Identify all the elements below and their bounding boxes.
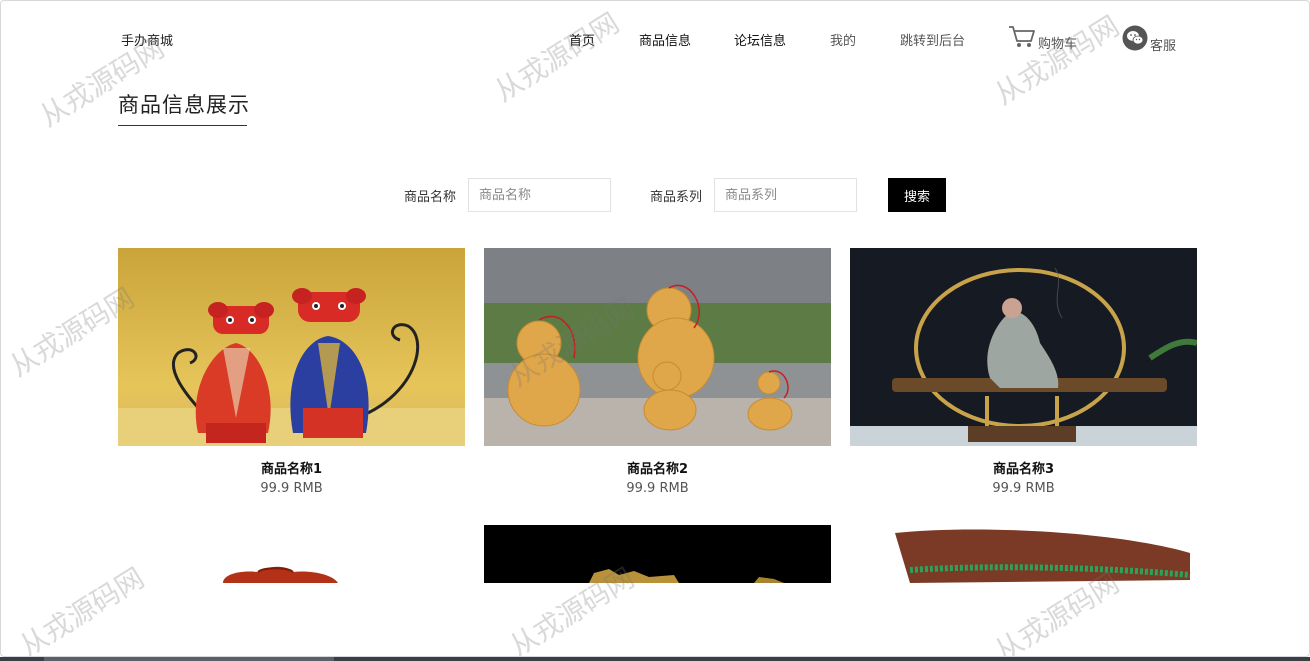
- nav-home[interactable]: 首页: [569, 30, 595, 49]
- nav-forum[interactable]: 论坛信息: [734, 30, 786, 49]
- product-price: 99.9 RMB: [992, 481, 1055, 496]
- product-name-input[interactable]: [468, 178, 611, 212]
- wechat-icon: [1122, 25, 1148, 55]
- service-link[interactable]: 客服: [1122, 25, 1176, 55]
- cart-label: 购物车: [1038, 37, 1078, 52]
- product-name[interactable]: 商品名称3: [850, 458, 1197, 477]
- product-image-cat-figurines[interactable]: [118, 248, 465, 446]
- product-series-input[interactable]: [714, 178, 857, 212]
- product-card[interactable]: 商品名称3 99.9 RMB: [850, 248, 1197, 496]
- nav-mine[interactable]: 我的: [830, 30, 856, 49]
- taskbar-edge: [0, 657, 1310, 661]
- page-title: 商品信息展示: [118, 93, 250, 117]
- nav-admin[interactable]: 跳转到后台: [900, 30, 965, 49]
- search-button[interactable]: 搜索: [888, 178, 946, 212]
- product-card[interactable]: 商品名称1 99.9 RMB: [118, 248, 465, 496]
- watermark: 从戎源码网: [488, 6, 625, 109]
- product-price: 99.9 RMB: [260, 481, 323, 496]
- product-name-label: 商品名称: [404, 190, 457, 205]
- cart-icon: [1008, 25, 1036, 53]
- watermark: 从戎源码网: [988, 9, 1125, 112]
- product-image-gourds[interactable]: [484, 248, 831, 446]
- product-card[interactable]: 商品名称2 99.9 RMB: [484, 248, 831, 496]
- product-name[interactable]: 商品名称1: [118, 458, 465, 477]
- product-series-label: 商品系列: [650, 190, 703, 205]
- product-name[interactable]: 商品名称2: [484, 458, 831, 477]
- product-price: 99.9 RMB: [626, 481, 689, 496]
- service-label: 客服: [1150, 39, 1177, 54]
- product-image-buddha-incense-statue[interactable]: [850, 248, 1197, 446]
- product-image-red-carved-vase[interactable]: [118, 525, 465, 583]
- product-image-brown-bowl[interactable]: [850, 525, 1197, 583]
- product-image-gold-dragon-carving[interactable]: [484, 525, 831, 583]
- brand-logo-text[interactable]: 手办商城: [121, 30, 173, 49]
- cart-link[interactable]: 购物车: [1008, 25, 1077, 53]
- title-underline: [118, 125, 247, 126]
- page-frame: 手办商城 首页 商品信息 论坛信息 我的 跳转到后台 购物车 客服 商品信息展示…: [0, 0, 1310, 657]
- nav-products[interactable]: 商品信息: [639, 30, 691, 49]
